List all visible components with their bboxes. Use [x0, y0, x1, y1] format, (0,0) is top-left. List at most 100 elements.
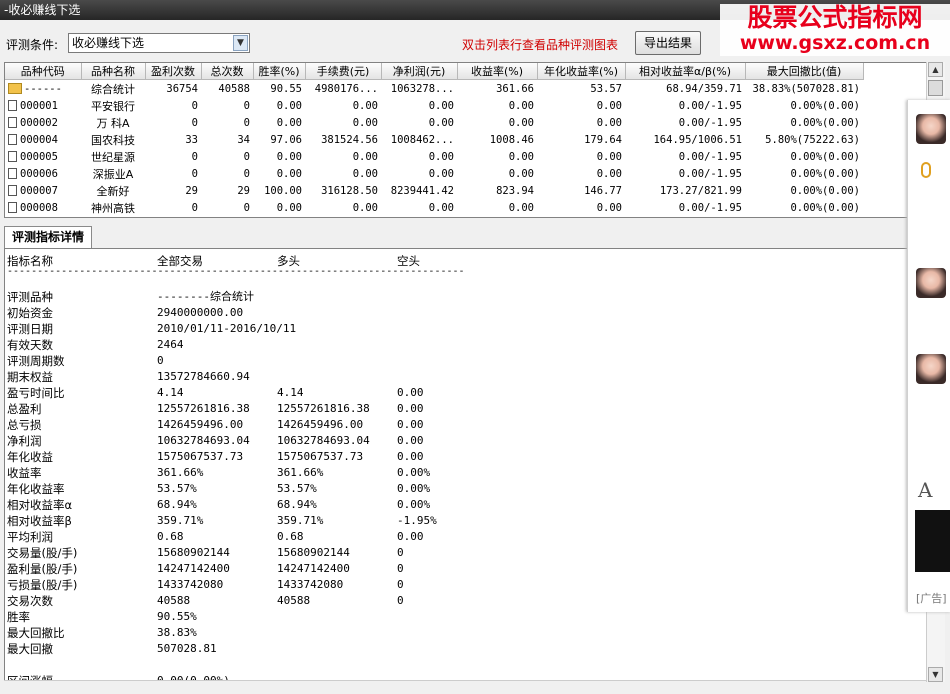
metric-value: 38.83%: [157, 626, 197, 639]
column-header[interactable]: 盈利次数: [145, 63, 202, 80]
avatar[interactable]: [916, 354, 946, 384]
table-cell: 33: [185, 133, 198, 146]
table-cell: 100.00: [264, 184, 302, 197]
table-cell: 316128.50: [321, 184, 378, 197]
metric-name: 总盈利: [7, 402, 42, 416]
table-row[interactable]: 000007 全新好 29 29 100.00 316128.50 8239441.42 82…: [5, 182, 863, 199]
detail-row: 评测周期数 0: [7, 353, 907, 369]
table-cell: 0.00: [428, 99, 454, 112]
metric-value: 0.00: [397, 450, 424, 463]
detail-row: 盈利量(股/手) 14247142400 14247142400 0: [7, 561, 907, 577]
metric-value: 0.68: [277, 530, 304, 543]
metric-name: 评测品种: [7, 290, 53, 304]
table-cell: 0.00%(0.00): [790, 201, 860, 214]
avatar[interactable]: [916, 268, 946, 298]
table-cell: 0.00%(0.00): [790, 99, 860, 112]
metric-value: 4.14: [157, 386, 184, 399]
table-row[interactable]: 000006 深振业A 0 0 0.00 0.00 0.00 0.00 0.00 0.00/-1.…: [5, 165, 863, 182]
metric-value: --------综合统计: [157, 290, 254, 303]
metric-value: 0: [397, 562, 404, 575]
metric-value: 15680902144: [157, 546, 230, 559]
table-cell: 神州高铁: [91, 201, 135, 215]
column-header[interactable]: 品种名称: [81, 63, 146, 80]
detail-row: 交易量(股/手) 15680902144 15680902144 0: [7, 545, 907, 561]
microphone-icon[interactable]: [921, 162, 931, 178]
table-row[interactable]: 000008 神州高铁 0 0 0.00 0.00 0.00 0.00 0.00 0.00/-1.…: [5, 199, 863, 216]
table-cell: 68.94/359.71: [666, 82, 742, 95]
column-header[interactable]: 总次数: [201, 63, 254, 80]
table-cell: 0.00: [508, 150, 534, 163]
table-cell: 381524.56: [321, 133, 378, 146]
table-row[interactable]: 000002 万 科A 0 0 0.00 0.00 0.00 0.00 0.00 0.00/-1.…: [5, 114, 863, 131]
column-header[interactable]: 胜率(%): [253, 63, 306, 80]
metric-value: 1433742080: [277, 578, 344, 591]
chevron-down-icon[interactable]: ▼: [233, 35, 248, 51]
table-cell: 0.00: [508, 116, 534, 129]
table-cell: 0.00: [596, 201, 622, 214]
column-header[interactable]: 年化收益率(%): [537, 63, 626, 80]
table-row[interactable]: ------ 综合统计 36754 40588 90.55 4980176... 10632…: [5, 80, 863, 98]
table-cell: 0.00: [276, 116, 302, 129]
code-text: 000008: [20, 201, 58, 214]
export-button[interactable]: 导出结果: [635, 31, 701, 55]
table-cell: 0.00: [276, 150, 302, 163]
metric-name: 最大回撤比: [7, 626, 65, 640]
horizontal-scrollbar[interactable]: [4, 680, 926, 694]
ad-image[interactable]: [915, 510, 950, 572]
metric-value: 0.00: [397, 530, 424, 543]
metric-value: 0: [397, 578, 404, 591]
table-cell: 5.80%(75222.63): [765, 133, 860, 146]
metric-name: 交易次数: [7, 594, 53, 608]
column-header[interactable]: 最大回撤比(值): [745, 63, 864, 80]
avatar[interactable]: [916, 114, 946, 144]
metric-value: 0.00: [397, 402, 424, 415]
metric-name: 期末权益: [7, 370, 53, 384]
table-cell: 0: [243, 116, 250, 129]
metric-value: 53.57%: [277, 482, 317, 495]
scroll-up-icon[interactable]: ▲: [928, 62, 943, 77]
metric-name: 交易量(股/手): [7, 546, 78, 560]
table-row[interactable]: 000001 平安银行 0 0 0.00 0.00 0.00 0.00 0.00 0.00/-1.…: [5, 97, 863, 114]
metric-value: -1.95%: [397, 514, 437, 527]
criteria-dropdown[interactable]: 收必赚线下选 ▼: [68, 33, 250, 53]
table-row[interactable]: 000004 国农科技 33 34 97.06 381524.56 1008462... 10…: [5, 131, 863, 148]
column-header[interactable]: 品种代码: [5, 63, 82, 80]
table-row[interactable]: 000005 世纪星源 0 0 0.00 0.00 0.00 0.00 0.00 0.00/-1.…: [5, 148, 863, 165]
metric-value: 10632784693.04: [157, 434, 250, 447]
column-header[interactable]: 相对收益率α/β(%): [625, 63, 746, 80]
metric-value: 14247142400: [277, 562, 350, 575]
table-cell: 29: [185, 184, 198, 197]
table-cell: 0: [191, 167, 198, 180]
column-header[interactable]: 收益率(%): [457, 63, 538, 80]
metric-value: 40588: [157, 594, 191, 607]
code-text: ------: [24, 82, 62, 95]
scroll-thumb[interactable]: [928, 80, 943, 96]
code-cell: 000006: [5, 165, 81, 182]
code-cell: 000007: [5, 182, 81, 199]
detail-row: 收益率 361.66% 361.66% 0.00%: [7, 465, 907, 481]
table-cell: 0.00: [352, 201, 378, 214]
table-cell: 0.00%(0.00): [790, 167, 860, 180]
detail-row: 年化收益 1575067537.73 1575067537.73 0.00: [7, 449, 907, 465]
scroll-down-icon[interactable]: ▼: [928, 667, 943, 682]
table-cell: 0.00: [276, 201, 302, 214]
table-cell: 综合统计: [91, 82, 135, 96]
tab-detail[interactable]: 评测指标详情: [4, 226, 92, 248]
table-cell: 0.00: [508, 201, 534, 214]
metric-name: 盈亏时间比: [7, 386, 65, 400]
criteria-label: 评测条件:: [6, 38, 59, 52]
font-icon[interactable]: A: [918, 478, 932, 502]
code-text: 000002: [20, 116, 58, 129]
metric-value: 2940000000.00: [157, 306, 244, 319]
code-text: 000005: [20, 150, 58, 163]
code-cell: 000002: [5, 114, 81, 131]
metric-name: 净利润: [7, 434, 42, 448]
metric-value: 0.00: [397, 434, 424, 447]
folder-icon: [8, 83, 22, 94]
code-text: 000004: [20, 133, 58, 146]
detail-row: [7, 657, 907, 673]
side-panel: A [广告]: [907, 100, 950, 612]
detail-row: 平均利润 0.68 0.68 0.00: [7, 529, 907, 545]
column-header[interactable]: 手续费(元): [305, 63, 382, 80]
column-header[interactable]: 净利润(元): [381, 63, 458, 80]
